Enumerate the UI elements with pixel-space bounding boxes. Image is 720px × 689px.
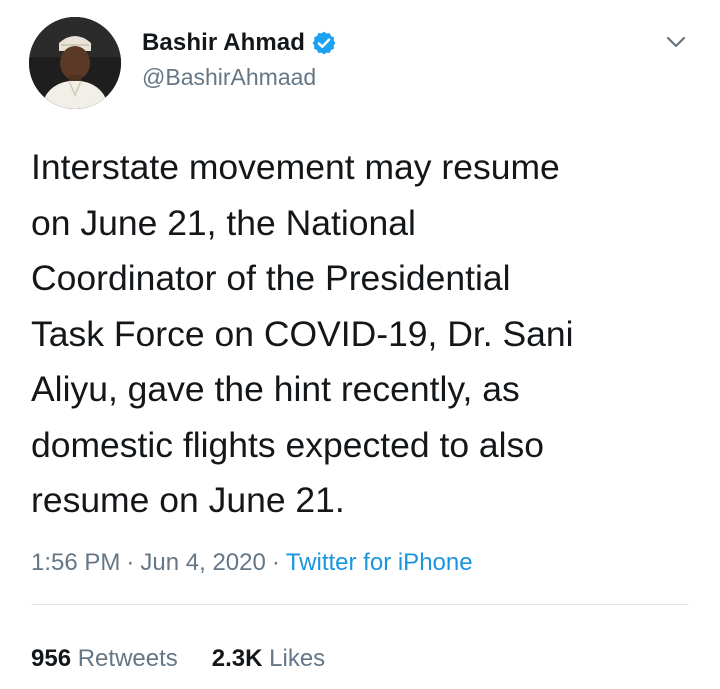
tweet-line: Aliyu, gave the hint recently, as bbox=[31, 369, 520, 409]
tweet-line: Interstate movement may resume bbox=[31, 147, 560, 187]
retweets-label: Retweets bbox=[77, 645, 178, 672]
author-name-row: Bashir Ahmad bbox=[142, 25, 337, 61]
tweet-date[interactable]: Jun 4, 2020 bbox=[140, 549, 265, 576]
meta-separator: · bbox=[126, 549, 135, 576]
chevron-down-icon[interactable] bbox=[662, 28, 690, 56]
tweet-meta: 1:56 PM · Jun 4, 2020 · Twitter for iPhone bbox=[31, 549, 473, 577]
tweet-line: domestic flights expected to also bbox=[31, 424, 545, 465]
profile-photo bbox=[29, 17, 121, 109]
avatar[interactable] bbox=[29, 17, 121, 109]
likes-count: 2.3K bbox=[211, 645, 263, 672]
likes-label: Likes bbox=[269, 645, 326, 672]
meta-separator: · bbox=[271, 549, 280, 576]
verified-check-icon bbox=[311, 30, 337, 56]
tweet-line: Coordinator of the Presidential bbox=[31, 258, 511, 298]
tweet-stats: 956 Retweets 2.3K Likes bbox=[31, 645, 325, 673]
retweets-stat[interactable]: 956 Retweets bbox=[31, 645, 178, 672]
tweet-text: Interstate movement may resume on June 2… bbox=[31, 140, 691, 529]
tweet-line: on June 21, the National bbox=[31, 202, 416, 243]
retweets-count: 956 bbox=[31, 645, 72, 672]
tweet-source-link[interactable]: Twitter for iPhone bbox=[286, 549, 473, 576]
tweet-line: resume on June 21. bbox=[31, 480, 345, 520]
author-display-name[interactable]: Bashir Ahmad bbox=[142, 29, 305, 57]
tweet-card: Bashir Ahmad @BashirAhmaad Interstate mo… bbox=[0, 0, 720, 689]
divider bbox=[31, 604, 689, 605]
author-handle[interactable]: @BashirAhmaad bbox=[142, 64, 316, 91]
tweet-time[interactable]: 1:56 PM bbox=[31, 549, 120, 576]
likes-stat[interactable]: 2.3K Likes bbox=[212, 645, 325, 672]
tweet-line: Task Force on COVID-19, Dr. Sani bbox=[31, 313, 574, 354]
